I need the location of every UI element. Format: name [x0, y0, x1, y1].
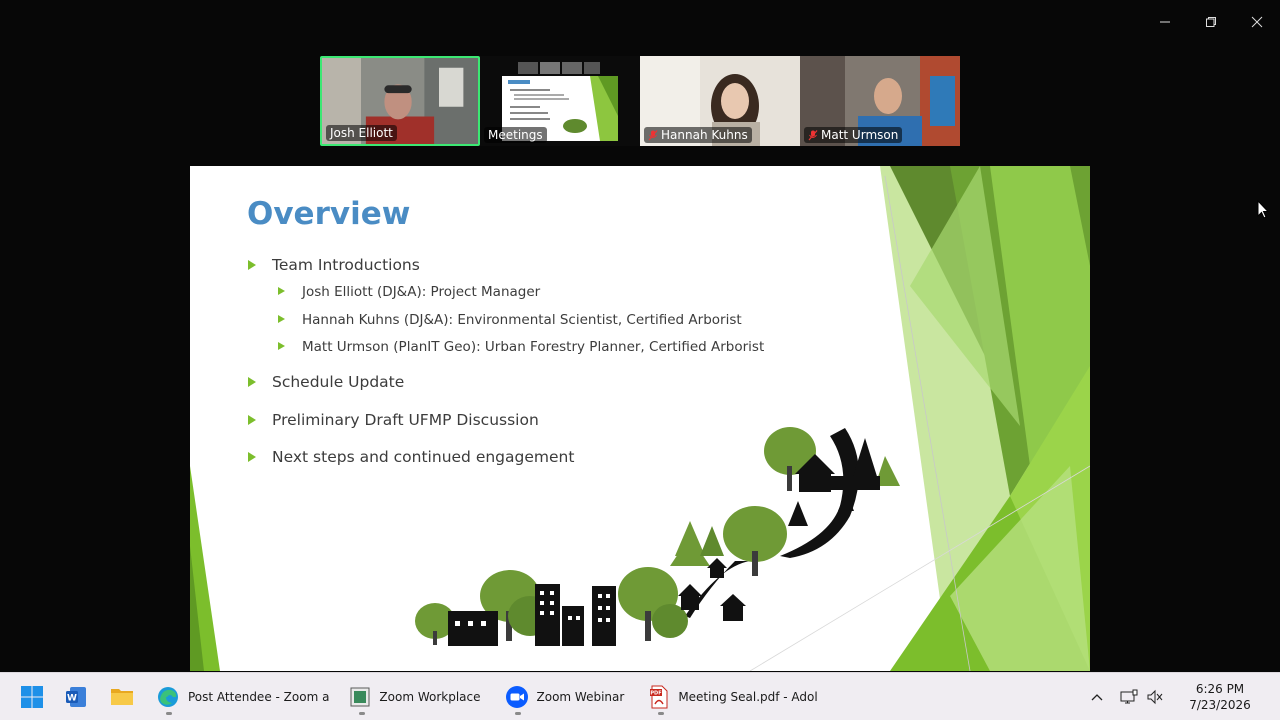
restore-icon [1206, 17, 1216, 27]
window-controls [1142, 8, 1280, 36]
taskbar-clock[interactable]: 6:26 PM 7/23/2026 [1174, 681, 1266, 713]
network-icon [1120, 689, 1138, 704]
bullet-marker-icon [248, 377, 256, 387]
participant-tile[interactable]: Hannah Kuhns [640, 56, 800, 146]
network-button[interactable] [1116, 682, 1142, 712]
participant-name-label: Josh Elliott [326, 125, 397, 141]
slide-title: Overview [247, 196, 411, 232]
close-button[interactable] [1234, 8, 1280, 36]
minimize-button[interactable] [1142, 8, 1188, 36]
taskbar-app-edge[interactable]: Post Attendee - Zoom a [150, 677, 335, 717]
bullet-marker-icon [248, 415, 256, 425]
sub-bullet-item: Josh Elliott (DJ&A): Project Manager [248, 282, 868, 302]
mouse-cursor-icon [1257, 200, 1269, 219]
volume-muted-icon [1147, 689, 1163, 705]
windows-start-icon [21, 685, 43, 708]
slide-bullet-list: Team Introductions Josh Elliott (DJ&A): … [248, 254, 868, 468]
taskbar-app-word[interactable]: W [56, 677, 96, 717]
mic-muted-icon [808, 129, 818, 141]
bullet-marker-icon [278, 342, 285, 350]
clock-date: 7/23/2026 [1189, 698, 1251, 712]
taskbar-app-pdf[interactable]: PDF Meeting Seal.pdf - Adol [642, 677, 823, 717]
minimize-icon [1160, 21, 1170, 23]
running-indicator [658, 711, 665, 715]
running-indicator [359, 711, 366, 715]
chevron-up-icon [1091, 694, 1103, 701]
participant-tile[interactable]: Josh Elliott [320, 56, 480, 146]
edge-icon [158, 686, 178, 707]
bullet-item: Preliminary Draft UFMP Discussion [248, 409, 868, 431]
taskbar-app-zoom-webinar[interactable]: Zoom Webinar [499, 677, 631, 717]
bullet-marker-icon [278, 287, 285, 295]
restore-button[interactable] [1188, 8, 1234, 36]
word-icon: W [66, 686, 86, 707]
bullet-item: Schedule Update [248, 371, 868, 393]
show-hidden-icons-button[interactable] [1084, 682, 1110, 712]
file-explorer-icon [111, 688, 133, 705]
svg-text:W: W [67, 693, 77, 703]
mic-muted-icon [648, 129, 658, 141]
system-tray: 6:26 PM 7/23/2026 [1084, 673, 1280, 720]
zoom-workplace-icon [350, 687, 370, 706]
volume-button[interactable] [1142, 682, 1168, 712]
participant-tile[interactable]: Meetings [480, 56, 640, 146]
zoom-webinar-icon [505, 685, 528, 708]
close-icon [1251, 16, 1263, 28]
start-button[interactable] [12, 677, 52, 717]
running-indicator [166, 711, 172, 715]
participant-strip: Josh Elliott Meetings Hannah Kuhns Matt … [320, 56, 960, 146]
windows-taskbar: W Post Attendee - Zoom a Zoom Workplace … [0, 672, 1280, 720]
running-indicator [514, 711, 521, 715]
zoom-window: Josh Elliott Meetings Hannah Kuhns Matt … [0, 0, 1280, 720]
bullet-marker-icon [278, 315, 285, 323]
bullet-marker-icon [248, 452, 256, 462]
sub-bullet-item: Matt Urmson (PlanIT Geo): Urban Forestry… [248, 337, 868, 357]
taskbar-app-file-explorer[interactable] [102, 677, 142, 717]
clock-time: 6:26 PM [1195, 682, 1245, 696]
sub-bullet-item: Hannah Kuhns (DJ&A): Environmental Scien… [248, 310, 868, 330]
bullet-item: Team Introductions [248, 254, 868, 276]
pdf-icon: PDF [650, 685, 668, 708]
shared-slide: Overview Team Introductions Josh Elliott… [190, 166, 1090, 671]
participant-name-label: Hannah Kuhns [644, 127, 752, 143]
bullet-item: Next steps and continued engagement [248, 446, 868, 468]
participant-name-label: Matt Urmson [804, 127, 903, 143]
svg-text:PDF: PDF [651, 690, 662, 696]
participant-name-label: Meetings [484, 127, 547, 143]
participant-tile[interactable]: Matt Urmson [800, 56, 960, 146]
bullet-marker-icon [248, 260, 256, 270]
taskbar-app-zoom-workplace[interactable]: Zoom Workplace [343, 677, 486, 717]
